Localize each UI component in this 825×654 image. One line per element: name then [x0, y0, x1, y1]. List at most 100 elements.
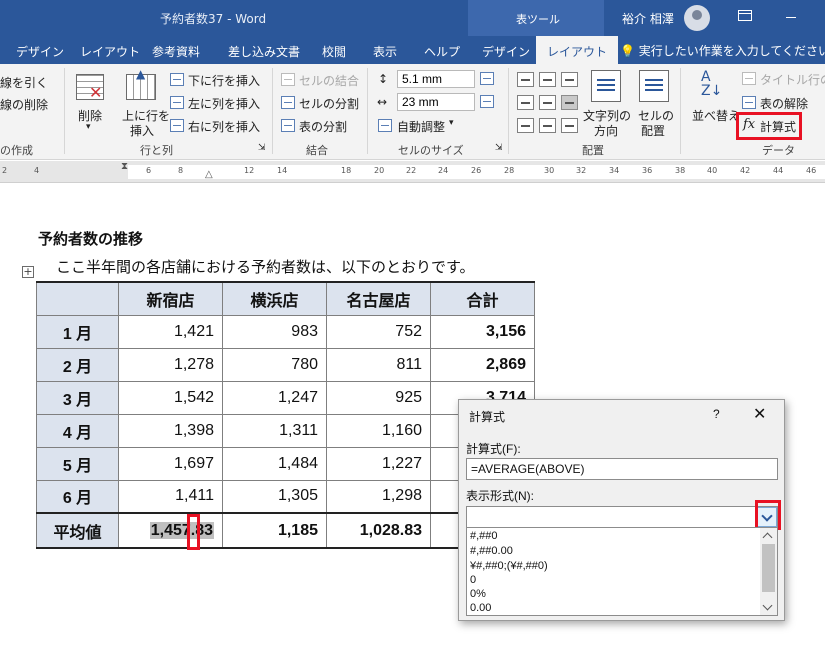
insert-below-button[interactable]: 下に行を挿入 — [188, 72, 260, 89]
autofit-icon[interactable] — [378, 119, 392, 132]
horizontal-ruler[interactable]: 2 4 6 8 12 14 18 20 22 24 26 28 30 32 34… — [0, 161, 825, 183]
cell-margins-icon[interactable] — [639, 70, 669, 102]
table-header-cell[interactable]: 合計 — [430, 281, 535, 316]
table-cell[interactable]: 1,278 — [118, 347, 223, 382]
cell-margins-label-2[interactable]: 配置 — [641, 122, 665, 139]
format-option[interactable]: 0.00 — [470, 602, 491, 614]
align-bottom-right-icon[interactable] — [561, 118, 578, 133]
scroll-up-icon[interactable] — [762, 532, 773, 543]
row-header-cell[interactable]: 3 月 — [36, 380, 119, 415]
align-center-right-icon[interactable] — [561, 95, 578, 110]
insert-below-icon[interactable] — [170, 73, 184, 86]
row-header-cell[interactable]: 平均値 — [36, 512, 119, 549]
formula-icon[interactable]: fx — [743, 117, 755, 132]
scroll-thumb[interactable] — [762, 544, 775, 592]
tab-help[interactable]: ヘルプ — [424, 43, 460, 60]
delete-table-icon[interactable] — [76, 74, 104, 102]
tab-layout[interactable]: レイアウト — [80, 43, 140, 60]
rows-cols-launcher-icon[interactable]: ⇲ — [258, 143, 266, 153]
row-header-cell[interactable]: 2 月 — [36, 347, 119, 382]
convert-to-text-icon[interactable] — [742, 96, 756, 109]
split-cells-icon[interactable] — [281, 96, 295, 109]
eraser-button[interactable]: 線の削除 — [0, 96, 48, 113]
close-icon[interactable]: ✕ — [753, 404, 766, 424]
formula-field[interactable] — [466, 458, 778, 480]
table-cell[interactable]: 1,247 — [222, 380, 327, 415]
autofit-dropdown-arrow[interactable]: ▾ — [449, 118, 454, 128]
row-height-field[interactable] — [397, 70, 475, 88]
split-table-button[interactable]: 表の分割 — [299, 118, 347, 135]
tab-table-design[interactable]: デザイン — [482, 43, 530, 60]
tab-mailings[interactable]: 差し込み文書 — [228, 43, 300, 60]
number-format-list[interactable]: #,##0 #,##0.00 ¥#,##0;(¥#,##0) 0 0% 0.00 — [466, 527, 778, 616]
align-center-icon[interactable] — [539, 95, 556, 110]
selected-field-value[interactable]: 1,457.83 — [149, 521, 214, 539]
formula-button[interactable]: 計算式 — [760, 118, 796, 135]
merge-cells-button[interactable]: セルの結合 — [299, 72, 359, 89]
minimize-button[interactable] — [786, 17, 796, 18]
average-cell[interactable]: 1,185 — [222, 512, 327, 549]
tab-table-layout[interactable]: レイアウト — [536, 36, 619, 64]
tab-view[interactable]: 表示 — [373, 43, 397, 60]
insert-left-icon[interactable] — [170, 96, 184, 109]
align-top-left-icon[interactable] — [517, 72, 534, 87]
tell-me-search[interactable]: 💡 実行したい作業を入力してください — [620, 42, 825, 59]
format-option[interactable]: 0 — [470, 574, 476, 586]
table-cell[interactable]: 1,484 — [222, 446, 327, 481]
split-table-icon[interactable] — [281, 119, 295, 132]
sort-button[interactable]: 並べ替え — [692, 107, 740, 124]
table-cell[interactable]: 1,542 — [118, 380, 223, 415]
number-format-combo[interactable] — [466, 506, 778, 528]
align-top-center-icon[interactable] — [539, 72, 556, 87]
insert-above-icon[interactable] — [126, 67, 156, 100]
tab-review[interactable]: 校閲 — [322, 43, 346, 60]
align-center-left-icon[interactable] — [517, 95, 534, 110]
insert-right-icon[interactable] — [170, 119, 184, 132]
sort-icon[interactable]: A Z↓ — [701, 70, 722, 98]
table-cell[interactable]: 1,227 — [326, 446, 431, 481]
table-header-cell[interactable]: 新宿店 — [118, 281, 223, 316]
insert-above-label-2[interactable]: 挿入 — [130, 122, 154, 139]
scroll-down-icon[interactable] — [762, 600, 773, 611]
total-cell[interactable]: 2,869 — [430, 347, 535, 382]
repeat-header-button[interactable]: タイトル行の繰 — [760, 71, 825, 88]
table-cell[interactable]: 780 — [222, 347, 327, 382]
insert-left-button[interactable]: 左に列を挿入 — [188, 95, 260, 112]
autofit-button[interactable]: 自動調整 — [397, 118, 445, 135]
table-cell[interactable]: 811 — [326, 347, 431, 382]
cell-size-launcher-icon[interactable]: ⇲ — [495, 143, 503, 153]
row-header-cell[interactable]: 6 月 — [36, 479, 119, 514]
table-cell[interactable]: 1,305 — [222, 479, 327, 514]
text-direction-icon[interactable] — [591, 70, 621, 102]
insert-right-button[interactable]: 右に列を挿入 — [188, 118, 260, 135]
format-option[interactable]: 0% — [470, 588, 486, 600]
table-cell[interactable]: 983 — [222, 314, 327, 349]
row-header-cell[interactable]: 1 月 — [36, 314, 119, 349]
table-header-cell[interactable]: 名古屋店 — [326, 281, 431, 316]
indent-marker-icon[interactable]: ⧗ — [121, 161, 128, 172]
align-bottom-left-icon[interactable] — [517, 118, 534, 133]
tab-references[interactable]: 参考資料 — [152, 43, 200, 60]
average-cell[interactable]: 1,457.83 — [118, 512, 223, 550]
column-width-field[interactable] — [397, 93, 475, 111]
table-cell[interactable]: 1,697 — [118, 446, 223, 481]
row-header-cell[interactable]: 4 月 — [36, 413, 119, 448]
average-cell[interactable]: 1,028.83 — [326, 512, 431, 549]
row-header-cell[interactable]: 5 月 — [36, 446, 119, 481]
table-cell[interactable]: 925 — [326, 380, 431, 415]
text-direction-label-2[interactable]: 方向 — [594, 122, 618, 139]
table-header-cell[interactable] — [36, 281, 119, 316]
format-option[interactable]: #,##0.00 — [470, 545, 513, 557]
draw-borders-button[interactable]: 線を引く — [0, 74, 48, 91]
column-marker-icon[interactable]: △ — [205, 169, 213, 180]
table-cell[interactable]: 1,160 — [326, 413, 431, 448]
format-option[interactable]: #,##0 — [470, 530, 498, 542]
convert-to-text-button[interactable]: 表の解除 — [760, 95, 808, 112]
table-move-handle-icon[interactable]: + — [22, 266, 34, 278]
table-cell[interactable]: 1,411 — [118, 479, 223, 514]
distribute-columns-icon[interactable] — [480, 95, 494, 108]
help-button[interactable]: ? — [713, 407, 720, 421]
table-cell[interactable]: 1,298 — [326, 479, 431, 514]
table-cell[interactable]: 1,311 — [222, 413, 327, 448]
tab-design[interactable]: デザイン — [16, 43, 64, 60]
